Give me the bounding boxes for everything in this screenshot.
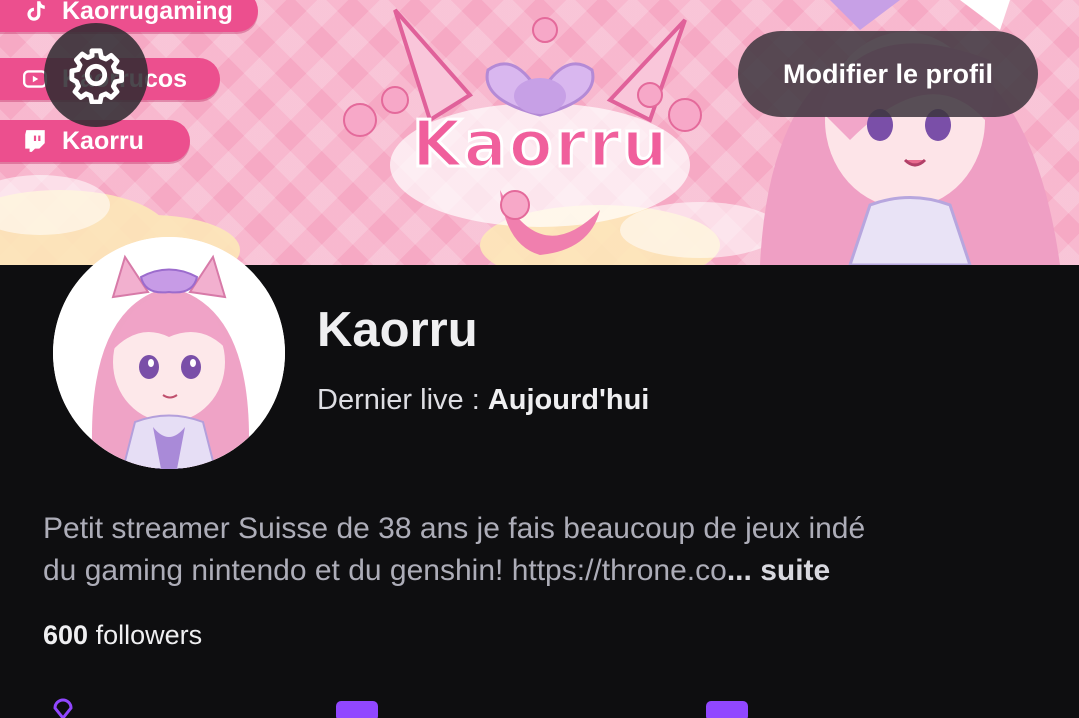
social-label-tiktok: Kaorrugaming	[62, 0, 233, 25]
last-live-value: Aujourd'hui	[487, 384, 650, 416]
followers-number: 600	[43, 620, 89, 650]
location-pin-icon	[53, 698, 73, 718]
social-label-twitch: Kaorru	[62, 126, 144, 155]
avatar[interactable]	[53, 237, 285, 469]
edit-profile-button[interactable]: Modifier le profil	[738, 31, 1038, 117]
last-live: Dernier live : Aujourd'hui	[317, 384, 649, 417]
tab-icon-right[interactable]	[704, 698, 750, 718]
settings-button[interactable]	[44, 23, 148, 127]
banner-logo-text: Kaorru	[410, 107, 670, 184]
avatar-image	[53, 237, 285, 469]
tab-icon-left[interactable]	[334, 698, 380, 718]
last-live-label: Dernier live :	[317, 384, 480, 416]
bio-line-2-text: du gaming nintendo et du genshin! https:…	[43, 554, 727, 587]
bio-ellipsis: ...	[726, 554, 752, 587]
followers-count[interactable]: 600 followers	[43, 620, 202, 651]
gear-icon	[69, 48, 125, 104]
channel-bio[interactable]: Petit streamer Suisse de 38 ans je fais …	[43, 508, 1043, 592]
twitch-icon	[22, 128, 48, 154]
bio-line-1: Petit streamer Suisse de 38 ans je fais …	[43, 512, 866, 545]
channel-name: Kaorru	[317, 303, 478, 357]
bio-more-link[interactable]: suite	[760, 554, 830, 587]
social-link-tiktok[interactable]: Kaorrugaming	[0, 0, 258, 32]
tiktok-icon	[22, 0, 48, 24]
followers-label: followers	[95, 620, 203, 650]
bio-line-2: du gaming nintendo et du genshin! https:…	[43, 550, 1043, 592]
